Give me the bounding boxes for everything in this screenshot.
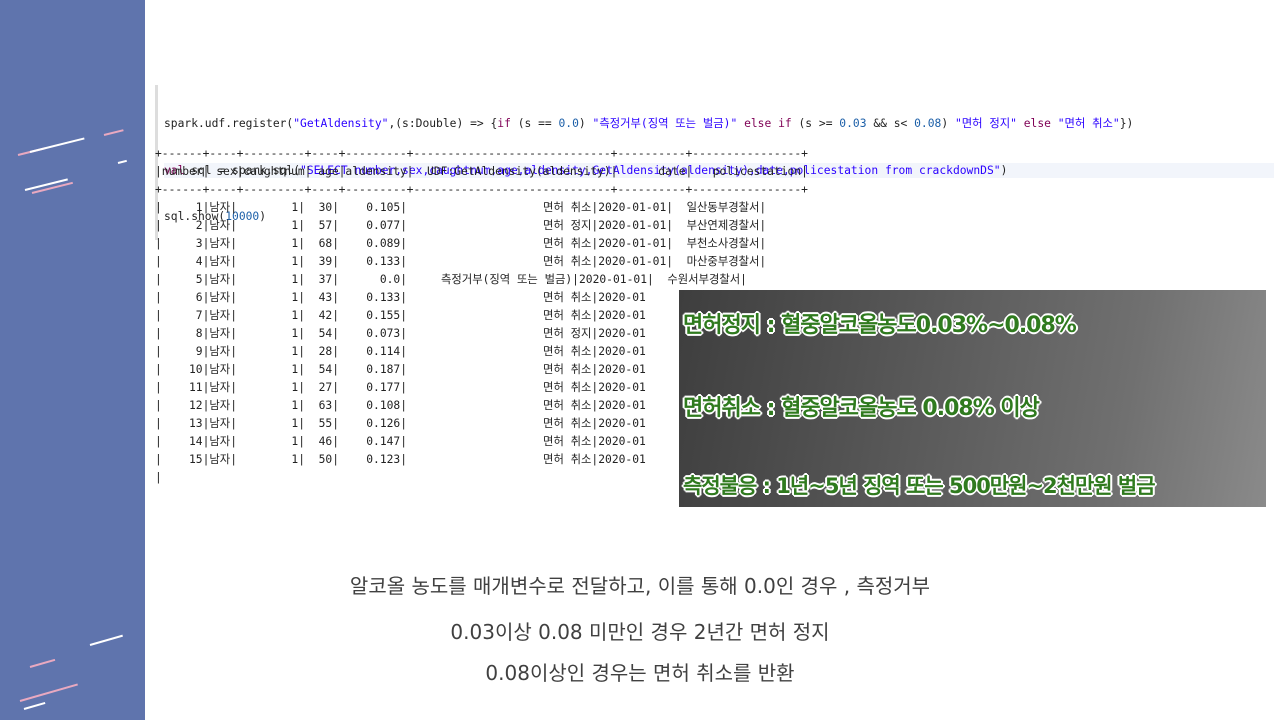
table-row: | 2|남자| 1| 57| 0.077| 면허 정지|2020-01-01| … <box>155 219 767 232</box>
code-token: "측정거부(징역 또는 벌금)" <box>592 117 738 130</box>
code-token: ) <box>1000 163 1008 177</box>
table-border: +------+----+---------+----+---------+--… <box>155 147 808 160</box>
decoration-line <box>89 634 123 646</box>
code-token: 0.03 <box>839 117 867 130</box>
table-row: | 3|남자| 1| 68| 0.089| 면허 취소|2020-01-01| … <box>155 237 767 250</box>
code-token: else <box>1016 117 1058 130</box>
overlay-line-suspension: 면허정지 : 혈중알코올농도0.03%~0.08% <box>683 313 1077 338</box>
overlay-line-revocation: 면허취소 : 혈중알코올농도 0.08% 이상 <box>683 396 1040 421</box>
code-token: ) <box>941 117 955 130</box>
code-token: 0.08 <box>914 117 942 130</box>
code-token: else if <box>737 117 792 130</box>
overlay-line-refusal: 측정불응 : 1년~5년 징역 또는 500만원~2천만원 벌금 <box>683 474 1156 498</box>
code-token: 0.0 <box>558 117 579 130</box>
code-token: && s< <box>866 117 915 130</box>
code-token: }) <box>1119 117 1134 130</box>
table-border: +------+----+---------+----+---------+--… <box>155 183 808 196</box>
code-token: spark.udf.register( <box>164 117 294 130</box>
code-token: "면허 취소" <box>1057 117 1120 130</box>
slide-sidebar <box>0 0 145 720</box>
code-line-register-udf: spark.udf.register("GetAldensity",(s:Dou… <box>164 116 1274 132</box>
code-token: "GetAldensity" <box>293 117 389 130</box>
decoration-line <box>29 658 56 668</box>
code-token: if <box>497 117 511 130</box>
table-row: | 1|남자| 1| 30| 0.105| 면허 취소|2020-01-01| … <box>155 201 767 214</box>
decoration-line <box>117 159 127 164</box>
decoration-line <box>29 137 85 153</box>
caption-line-3: 0.08이상인 경우는 면허 취소를 반환 <box>485 661 795 685</box>
code-token: ,(s:Double) => { <box>388 117 498 130</box>
decoration-line <box>23 701 46 710</box>
code-token: ) <box>578 117 593 130</box>
table-row: | 4|남자| 1| 39| 0.133| 면허 취소|2020-01-01| … <box>155 255 767 268</box>
decoration-line <box>19 683 78 702</box>
table-header-row: |number| sex|caughtnum| age|aldensity| U… <box>155 165 808 178</box>
decoration-line <box>103 129 124 136</box>
table-row: | 5|남자| 1| 37| 0.0| 측정거부(징역 또는 벌금)|2020-… <box>155 273 747 286</box>
penalty-info-image: 면허정지 : 혈중알코올농도0.03%~0.08% 면허취소 : 혈중알코올농도… <box>679 290 1266 507</box>
code-token: (s >= <box>791 117 840 130</box>
code-token: (s == <box>510 117 559 130</box>
caption-line-2: 0.03이상 0.08 미만인 경우 2년간 면허 정지 <box>450 620 830 644</box>
code-token: "면허 정지" <box>954 117 1017 130</box>
caption-line-1: 알코올 농도를 매개변수로 전달하고, 이를 통해 0.0인 경우 , 측정거부 <box>349 574 931 598</box>
